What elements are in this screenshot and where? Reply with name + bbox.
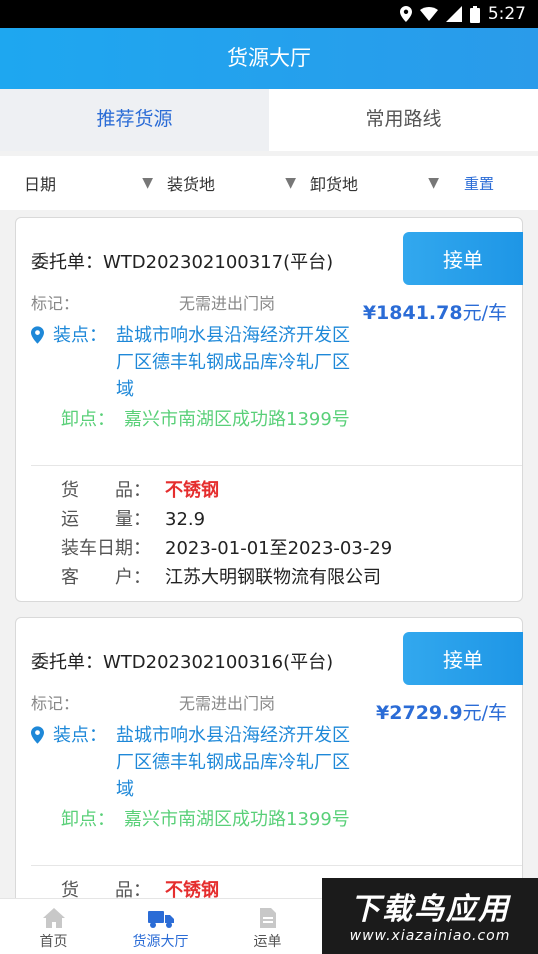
wifi-icon — [419, 7, 438, 21]
price: ¥2729.9元/车 — [376, 698, 507, 725]
price-unit: 元/车 — [462, 702, 507, 724]
date-filter-label: 日期 — [24, 175, 57, 194]
watermark-title: 下载鸟应用 — [350, 892, 510, 927]
status-bar: 5:27 — [0, 0, 538, 28]
goods-value: 不锈钢 — [165, 480, 219, 501]
caret-down-icon: ▼ — [142, 175, 153, 191]
watermark: 下载鸟应用 www.xiazainiao.com — [322, 878, 538, 954]
watermark-url: www.xiazainiao.com — [349, 928, 511, 944]
remark-value: 无需进出门岗 — [179, 294, 276, 313]
document-icon — [259, 908, 276, 928]
accept-order-button[interactable]: 接单 — [403, 632, 523, 685]
nav-cargo-hall[interactable]: 货源大厅 — [107, 899, 214, 954]
location-pin-icon — [31, 722, 53, 803]
price-value: ¥2729.9 — [376, 702, 463, 724]
load-place-filter-label: 装货地 — [167, 175, 216, 194]
load-place-filter[interactable]: 装货地 ▼ — [167, 171, 310, 195]
goods-value: 不锈钢 — [165, 880, 219, 898]
unload-address: 嘉兴市南湖区成功路1399号 — [124, 409, 350, 430]
unload-address: 嘉兴市南湖区成功路1399号 — [124, 809, 350, 830]
tab-bar: 推荐货源 常用路线 — [0, 89, 538, 151]
load-date-value: 2023-01-01至2023-03-29 — [165, 538, 393, 559]
home-icon — [42, 908, 65, 928]
caret-down-icon: ▼ — [285, 175, 296, 191]
order-details: 货 品： 不锈钢 运 量： 32.9 装车日期： 2023-01-01至2023… — [61, 476, 392, 592]
tab-common-routes[interactable]: 常用路线 — [269, 89, 538, 151]
order-card: 委托单：WTD202302100317(平台) 接单 标记： 无需进出门岗 ¥1… — [15, 217, 523, 602]
order-number: 委托单：WTD202302100317(平台) — [31, 252, 334, 273]
date-filter[interactable]: 日期 ▼ — [24, 171, 167, 195]
reset-button[interactable]: 重置 — [464, 173, 494, 194]
load-point: 装点： 盐城市响水县沿海经济开发区厂区德丰轧钢成品库冷轧厂区域 — [31, 322, 361, 403]
divider — [31, 865, 522, 866]
truck-icon — [147, 911, 174, 928]
nav-waybill[interactable]: 运单 — [214, 899, 321, 954]
battery-icon — [469, 5, 480, 23]
unload-place-filter[interactable]: 卸货地 ▼ — [310, 171, 453, 195]
location-pin-icon — [31, 322, 53, 403]
order-number: 委托单：WTD202302100316(平台) — [31, 652, 334, 673]
filter-bar: 日期 ▼ 装货地 ▼ 卸货地 ▼ 重置 — [0, 156, 538, 210]
accept-order-button[interactable]: 接单 — [403, 232, 523, 285]
location-icon — [399, 6, 412, 22]
order-details: 货 品： 不锈钢 — [61, 876, 219, 898]
price-value: ¥1841.78 — [362, 302, 463, 324]
divider — [31, 465, 522, 466]
signal-icon — [445, 6, 462, 22]
load-address: 盐城市响水县沿海经济开发区厂区德丰轧钢成品库冷轧厂区域 — [116, 725, 350, 800]
remark-row: 标记： 无需进出门岗 — [31, 290, 371, 314]
customer-value: 江苏大明钢联物流有限公司 — [165, 567, 381, 588]
nav-home[interactable]: 首页 — [0, 899, 107, 954]
price: ¥1841.78元/车 — [363, 298, 507, 325]
load-point: 装点： 盐城市响水县沿海经济开发区厂区德丰轧钢成品库冷轧厂区域 — [31, 722, 361, 803]
tab-recommended[interactable]: 推荐货源 — [0, 89, 269, 151]
volume-value: 32.9 — [165, 509, 206, 530]
remark-value: 无需进出门岗 — [179, 694, 276, 713]
order-card: 委托单：WTD202302100316(平台) 接单 标记： 无需进出门岗 ¥2… — [15, 617, 523, 898]
price-unit: 元/车 — [462, 302, 507, 324]
remark-row: 标记： 无需进出门岗 — [31, 690, 371, 714]
page-title: 货源大厅 — [0, 28, 538, 89]
caret-down-icon: ▼ — [428, 175, 439, 191]
load-address: 盐城市响水县沿海经济开发区厂区德丰轧钢成品库冷轧厂区域 — [116, 325, 350, 400]
unload-point: 卸点： 嘉兴市南湖区成功路1399号 — [31, 806, 361, 833]
order-list: 委托单：WTD202302100317(平台) 接单 标记： 无需进出门岗 ¥1… — [0, 210, 538, 898]
unload-place-filter-label: 卸货地 — [310, 175, 359, 194]
unload-point: 卸点： 嘉兴市南湖区成功路1399号 — [31, 406, 361, 433]
status-time: 5:27 — [487, 4, 526, 24]
